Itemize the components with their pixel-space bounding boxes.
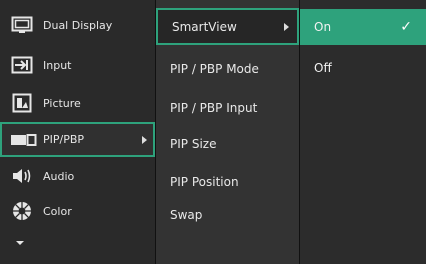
sub-menu-label: PIP / PBP Mode [170,62,259,76]
option-on[interactable]: On ✓ [300,9,426,45]
sub-menu-label: PIP Position [170,175,239,189]
option-off[interactable]: Off [300,54,426,82]
chevron-right-icon [284,22,289,31]
sub-menu-item-pip-pbp-mode[interactable]: PIP / PBP Mode [156,55,299,83]
chevron-right-icon [142,135,147,144]
sub-menu-item-smartview[interactable]: SmartView [156,8,299,45]
chevron-down-icon [9,233,31,253]
main-menu-item-pip-pbp[interactable]: PIP/PBP [0,122,155,157]
sub-menu-item-swap[interactable]: Swap [156,201,299,229]
main-menu-label: Input [43,58,72,72]
sub-menu-item-pip-size[interactable]: PIP Size [156,130,299,158]
sub-menu-label: PIP / PBP Input [170,101,258,115]
main-menu-label: Color [43,204,72,218]
input-icon [11,55,33,75]
speaker-icon [11,166,33,186]
dual-display-icon [11,15,33,35]
sub-menu-label: SmartView [172,19,237,34]
main-menu-label: PIP/PBP [43,133,85,146]
sub-menu-item-pip-position[interactable]: PIP Position [156,168,299,196]
main-menu-more[interactable] [0,234,155,252]
sub-menu-item-pip-pbp-input[interactable]: PIP / PBP Input [156,94,299,122]
pip-pbp-icon [11,130,37,150]
color-icon [11,201,33,221]
sub-menu-label: PIP Size [170,137,217,151]
main-menu-label: Picture [43,96,81,110]
checkmark-icon: ✓ [400,19,412,35]
main-menu-label: Audio [43,169,75,183]
main-menu-item-color[interactable]: Color [0,196,155,226]
sub-menu-label: Swap [170,208,203,222]
main-menu-item-dual-display[interactable]: Dual Display [0,10,155,40]
main-menu-item-audio[interactable]: Audio [0,162,155,190]
option-label: On [314,20,332,34]
main-menu-item-picture[interactable]: Picture [0,88,155,118]
main-menu-item-input[interactable]: Input [0,50,155,80]
option-label: Off [314,61,332,75]
main-menu-label: Dual Display [43,18,113,32]
picture-icon [11,93,33,113]
